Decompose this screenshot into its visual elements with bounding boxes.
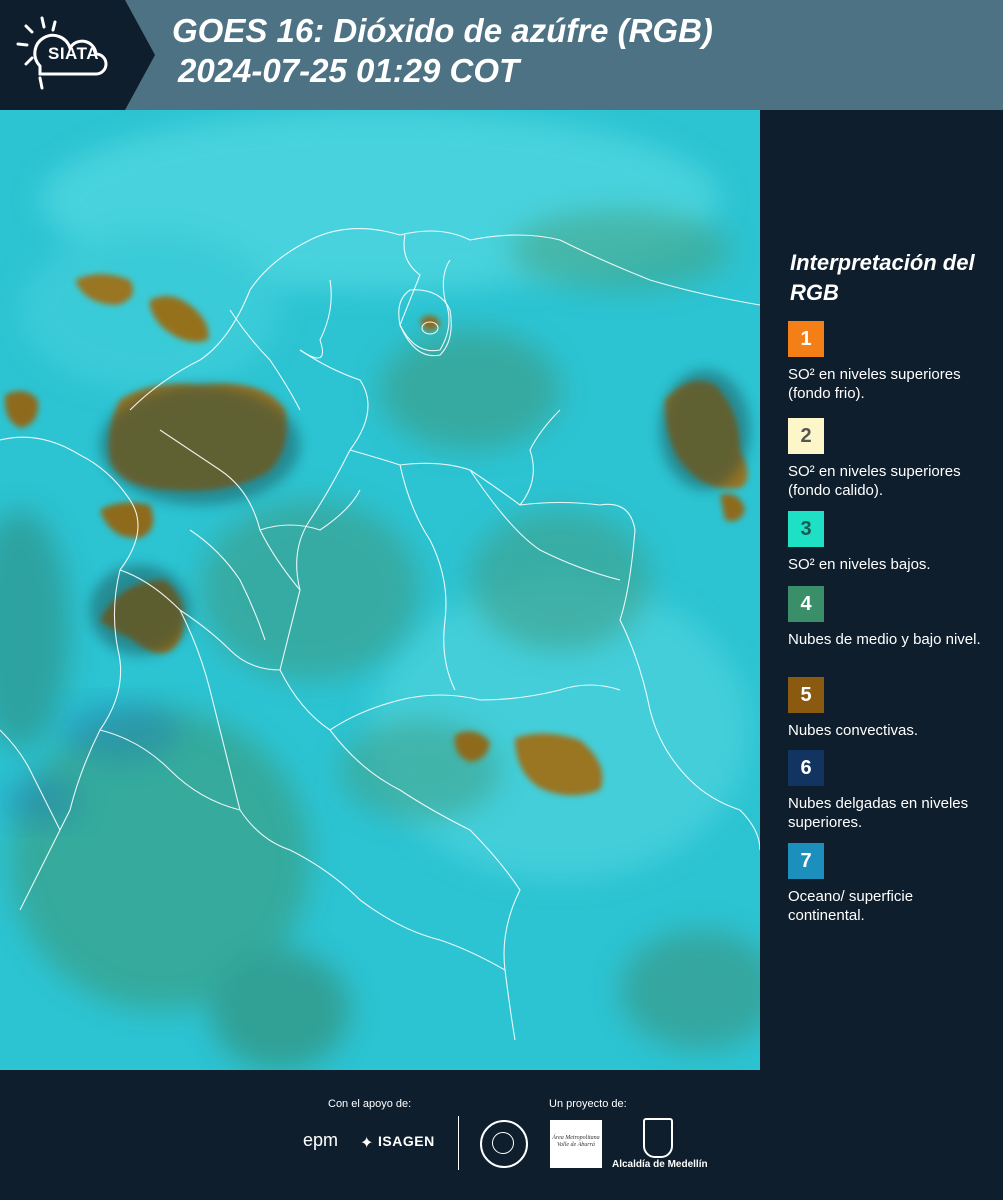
header: SIATA GOES 16: Dióxido de azúfre (RGB) 2… <box>0 0 1003 110</box>
legend-swatch-7: 7 <box>788 843 824 879</box>
legend-item-7: 7 Oceano/ superficie continental. <box>788 843 988 925</box>
isagen-icon: ✦ <box>360 1135 374 1152</box>
legend-label-6: Nubes delgadas en niveles superiores. <box>788 795 969 831</box>
legend-item-5: 5 Nubes convectivas. <box>788 677 988 740</box>
legend-label-3: SO² en niveles bajos. <box>788 556 931 573</box>
legend-item-2: 2 SO² en niveles superiores (fondo calid… <box>788 418 988 509</box>
isagen-logo: ISAGEN <box>378 1133 435 1149</box>
legend-swatch-5: 5 <box>788 677 824 713</box>
legend-swatch-1: 1 <box>788 321 824 357</box>
siata-logo: SIATA <box>0 0 155 110</box>
legend-title: Interpretación del RGB <box>790 250 975 305</box>
footer: Con el apoyo de: Un proyecto de: epm ✦ I… <box>0 1070 1003 1200</box>
legend-item-1: 1 SO² en niveles superiores (fondo frio)… <box>788 321 988 403</box>
logo-text: SIATA <box>48 44 99 63</box>
alcaldia-logo: Alcaldía de Medellín <box>612 1159 708 1170</box>
legend-label-1: SO² en niveles superiores (fondo frio). <box>788 366 961 402</box>
legend-swatch-6: 6 <box>788 750 824 786</box>
alcaldia-shield-icon <box>643 1118 673 1158</box>
legend-item-6: 6 Nubes delgadas en niveles superiores. <box>788 750 988 832</box>
satellite-imagery <box>0 110 760 1070</box>
legend-label-7: Oceano/ superficie continental. <box>788 888 914 924</box>
legend-swatch-4: 4 <box>788 586 824 622</box>
legend-swatch-3: 3 <box>788 511 824 547</box>
legend-panel: Interpretación del RGB 1 SO² en niveles … <box>760 110 1003 1070</box>
project-label: Un proyecto de: <box>549 1098 627 1110</box>
legend-label-4: Nubes de medio y bajo nivel. <box>788 631 981 648</box>
page-title: GOES 16: Dióxido de azúfre (RGB) <box>172 12 713 49</box>
area-metropolitana-label: Área Metropolitana Valle de Aburrá <box>552 1135 600 1148</box>
satellite-map <box>0 110 760 1070</box>
legend-swatch-2: 2 <box>788 418 824 454</box>
page-timestamp: 2024-07-25 01:29 COT <box>178 52 520 89</box>
epm-logo: epm <box>303 1130 339 1150</box>
legend-label-2: SO² en niveles superiores (fondo calido)… <box>788 463 961 499</box>
footer-divider <box>458 1116 459 1170</box>
area-metropolitana-logo: Área Metropolitana Valle de Aburrá <box>550 1120 602 1168</box>
legend-label-5: Nubes convectivas. <box>788 722 919 739</box>
support-label: Con el apoyo de: <box>328 1098 412 1110</box>
legend-item-3: 3 SO² en niveles bajos. <box>788 511 988 574</box>
legend-item-4: 4 Nubes de medio y bajo nivel. <box>788 586 988 649</box>
medellin-seal-inner-icon <box>492 1132 514 1154</box>
